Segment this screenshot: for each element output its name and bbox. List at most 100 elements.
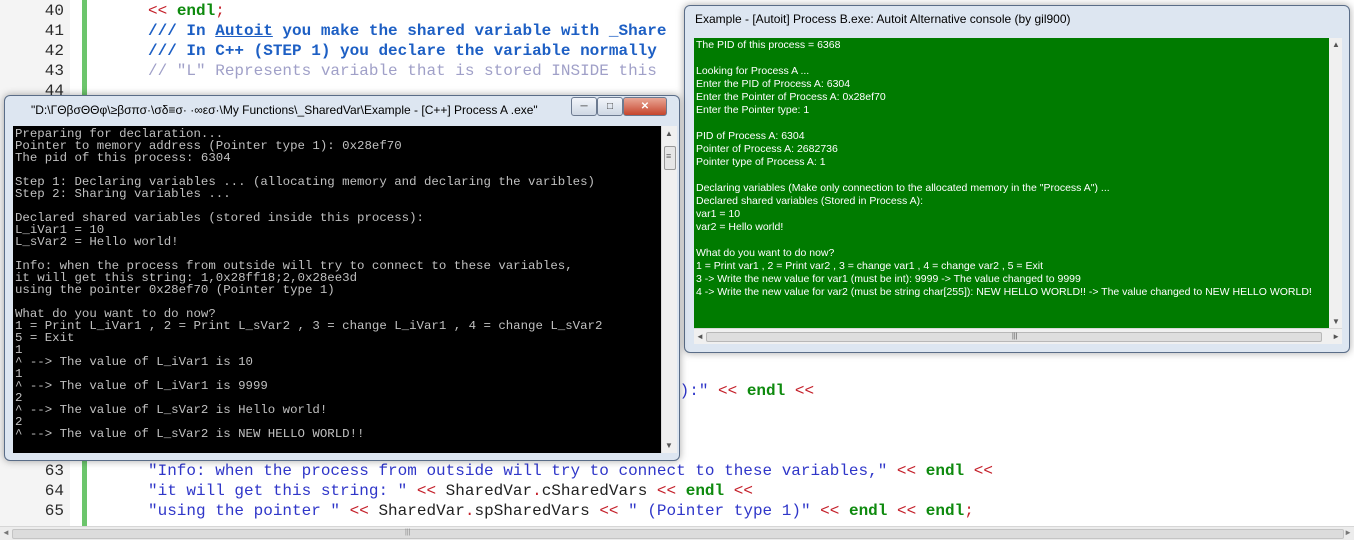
code-text: "Info: when the process from outside wil… <box>148 461 993 481</box>
scroll-grip-icon: ||| <box>405 529 411 536</box>
window-title: "D:\ΓΘβσΘΘφ\≥βσπσ·\σδ≡σ· ·∞εσ·\My Functi… <box>31 103 538 117</box>
window-titlebar[interactable]: Example - [Autoit] Process B.exe: Autoit… <box>685 6 1349 33</box>
editor-horizontal-scrollbar[interactable]: ◄ ||| ► <box>0 526 1354 540</box>
window-titlebar[interactable]: "D:\ΓΘβσΘΘφ\≥βσπσ·\σδ≡σ· ·∞εσ·\My Functi… <box>5 96 679 123</box>
maximize-button[interactable]: □ <box>597 97 623 116</box>
close-button[interactable]: ✕ <box>623 97 667 116</box>
code-token: << <box>896 462 926 480</box>
scroll-thumb[interactable] <box>12 529 1344 539</box>
code-token: << <box>887 502 926 520</box>
console-line: Pointer type of Process A: 1 <box>696 156 826 168</box>
scroll-right-icon[interactable]: ► <box>1344 528 1352 537</box>
scroll-up-icon[interactable]: ▲ <box>1332 40 1340 49</box>
code-token: << <box>724 482 753 500</box>
code-token: " (Pointer type 1)" <box>628 502 821 520</box>
code-token: << <box>718 382 747 400</box>
scroll-down-icon[interactable]: ▼ <box>665 441 673 450</box>
console-line: Looking for Process A ... <box>696 65 810 77</box>
code-text: // "L" Represents variable that is store… <box>148 61 657 81</box>
code-token: << <box>656 482 686 500</box>
console-line: PID of Process A: 6304 <box>696 130 805 142</box>
console-line: The PID of this process = 6368 <box>696 39 841 51</box>
code-token: . <box>532 482 542 500</box>
console-line: The pid of this process: 6304 <box>15 151 231 165</box>
line-number: 64 <box>44 482 64 500</box>
scroll-thumb[interactable]: ≡ <box>664 146 676 170</box>
console-line: Enter the Pointer of Process A: 0x28ef70 <box>696 91 886 103</box>
scroll-left-icon[interactable]: ◄ <box>696 332 704 341</box>
scroll-right-icon[interactable]: ► <box>1332 332 1340 341</box>
minimize-button[interactable]: ─ <box>571 97 597 116</box>
code-token: endl <box>685 482 725 500</box>
console-line: What do you want to do now? <box>696 247 835 259</box>
code-token: ):" <box>679 382 719 400</box>
code-token: Autoit <box>215 22 273 40</box>
scroll-left-icon[interactable]: ◄ <box>2 528 10 537</box>
console-line: Declared shared variables (Stored in Pro… <box>696 195 924 207</box>
horizontal-scrollbar[interactable]: ◄ ||| ► <box>694 328 1342 344</box>
code-token: << <box>416 482 446 500</box>
code-token: << <box>148 2 177 20</box>
vertical-scrollbar[interactable]: ▲ ≡ ▼ <box>661 126 677 453</box>
code-token: endl <box>176 2 216 20</box>
code-token: ; <box>215 2 225 20</box>
console-line: var2 = Hello world! <box>696 221 784 233</box>
code-token: "Info: when the process from outside wil… <box>148 462 897 480</box>
cpp-console-window[interactable]: "D:\ΓΘβσΘΘφ\≥βσπσ·\σδ≡σ· ·∞εσ·\My Functi… <box>4 95 680 461</box>
code-token: << <box>785 382 815 400</box>
code-text: /// In Autoit you make the shared variab… <box>148 21 667 41</box>
vertical-scrollbar[interactable]: ▲ ▼ <box>1329 38 1342 328</box>
code-text: "using the pointer " << SharedVar.spShar… <box>148 501 974 521</box>
console-line: 4 -> Write the new value for var2 (must … <box>696 286 1312 298</box>
code-text: "it will get this string: " << SharedVar… <box>148 481 753 501</box>
console-line: Step 2: Sharing variables ... <box>15 187 231 201</box>
console-line: var1 = 10 <box>696 208 741 220</box>
line-number: 42 <box>44 42 64 60</box>
console-line: 1 = Print L_iVar1 , 2 = Print L_sVar2 , … <box>15 319 603 333</box>
code-token: << <box>599 502 629 520</box>
console-line: using the pointer 0x28ef70 (Pointer type… <box>15 283 335 297</box>
console-line: 1 = Print var1 , 2 = Print var2 , 3 = ch… <box>696 260 1043 272</box>
console-line: Declaring variables (Make only connectio… <box>696 182 1110 194</box>
code-token: endl <box>746 382 786 400</box>
console-line: ^ --> The value of L_sVar2 is Hello worl… <box>15 403 328 417</box>
code-line: 63 "Info: when the process from outside w… <box>0 461 1354 481</box>
line-number: 40 <box>44 2 64 20</box>
code-token: // "L" Represents variable that is store… <box>148 62 657 80</box>
console-line: 3 -> Write the new value for var1 (must … <box>696 273 1081 285</box>
window-title: Example - [Autoit] Process B.exe: Autoit… <box>695 12 1071 26</box>
code-token: ; <box>964 502 974 520</box>
autoit-console-output[interactable]: The PID of this process = 6368 Looking fo… <box>694 38 1329 328</box>
console-line: ^ --> The value of L_iVar1 is 9999 <box>15 379 268 393</box>
code-token: << <box>820 502 849 520</box>
console-line: 5 = Exit <box>15 331 75 345</box>
cpp-console-output[interactable]: Preparing for declaration... Pointer to m… <box>13 126 661 453</box>
scroll-down-icon[interactable]: ▼ <box>1332 317 1340 326</box>
scroll-grip-icon: ≡ <box>666 151 672 161</box>
autoit-console-window[interactable]: Example - [Autoit] Process B.exe: Autoit… <box>684 5 1350 353</box>
code-token: you make the shared variable with _Share <box>272 22 667 40</box>
code-line: 65 "using the pointer " << SharedVar.spSh… <box>0 501 1354 521</box>
code-token: cSharedVars <box>541 482 657 500</box>
code-text: << endl; <box>148 1 225 21</box>
line-number: 63 <box>44 462 64 480</box>
console-line: ^ --> The value of L_iVar1 is 10 <box>15 355 253 369</box>
console-line: Enter the Pointer type: 1 <box>696 104 810 116</box>
code-token: endl <box>925 502 965 520</box>
console-line: ^ --> The value of L_sVar2 is NEW HELLO … <box>15 427 365 441</box>
code-token: spSharedVars <box>474 502 600 520</box>
code-token: SharedVar <box>445 482 533 500</box>
line-number: 65 <box>44 502 64 520</box>
code-token: /// In <box>148 22 216 40</box>
code-text: /// In C++ (STEP 1) you declare the vari… <box>148 41 657 61</box>
line-number: 43 <box>44 62 64 80</box>
code-token: << <box>349 502 379 520</box>
code-token: /// In C++ (STEP 1) you declare the vari… <box>148 42 657 60</box>
scroll-up-icon[interactable]: ▲ <box>665 129 673 138</box>
code-token: << <box>964 462 993 480</box>
console-line: Enter the PID of Process A: 6304 <box>696 78 851 90</box>
line-number: 41 <box>44 22 64 40</box>
code-token: SharedVar <box>378 502 465 520</box>
code-token: "it will get this string: " <box>148 482 417 500</box>
scroll-grip-icon: ||| <box>1012 333 1018 340</box>
